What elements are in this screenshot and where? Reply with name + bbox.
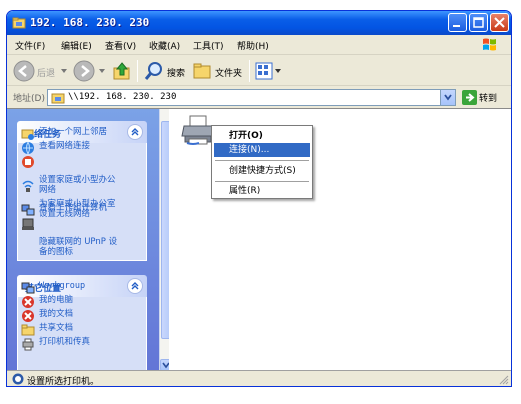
- chevron-down-icon[interactable]: [61, 69, 67, 73]
- task-hide-upnp-icons[interactable]: 隐藏联网的 UPnP 设 备的图标: [17, 217, 145, 257]
- minimize-icon: [453, 25, 460, 27]
- address-value: \\192. 168. 230. 230: [68, 92, 177, 102]
- context-menu: 打开(O) 连接(N)... 创建快捷方式(S) 属性(R): [211, 125, 313, 199]
- window-title: 192. 168. 230. 230: [30, 16, 150, 29]
- search-label: 搜索: [167, 69, 186, 79]
- task-setup-wireless-network[interactable]: 为家庭或小型办公室 设置无线网络: [17, 179, 145, 219]
- folders-label: 文件夹: [215, 69, 243, 79]
- maximize-button[interactable]: [469, 13, 488, 32]
- task-view-workgroup-computers[interactable]: 查看工作组计算机: [17, 203, 145, 216]
- network-tasks-panel: 网络任务 添加一个网上邻居 查看网络连接 设置家庭或小型办公 网络 为家庭或小型…: [17, 121, 147, 261]
- network-connections-icon: [22, 141, 34, 155]
- maximize-icon: [473, 17, 484, 28]
- address-dropdown-button[interactable]: [440, 90, 455, 105]
- resize-grip-icon[interactable]: [499, 375, 509, 385]
- title-bar[interactable]: 192. 168. 230. 230: [7, 11, 511, 35]
- network-tasks-body: 添加一个网上邻居 查看网络连接 设置家庭或小型办公 网络 为家庭或小型办公室 设…: [17, 127, 147, 261]
- close-icon: [494, 17, 505, 28]
- close-button[interactable]: [490, 13, 509, 32]
- printer-icon: [22, 338, 34, 351]
- forward-arrow-icon: [73, 60, 95, 82]
- task-pane-scrollbar[interactable]: [159, 109, 169, 371]
- address-input[interactable]: \\192. 168. 230. 230: [47, 89, 456, 106]
- address-bar: 地址(D) \\192. 168. 230. 230 转到: [7, 87, 511, 107]
- up-folder-button[interactable]: [111, 60, 133, 85]
- task-pane: 网络任务 添加一个网上邻居 查看网络连接 设置家庭或小型办公 网络 为家庭或小型…: [7, 109, 169, 371]
- place-shared-documents[interactable]: 共享文档: [17, 323, 145, 336]
- back-arrow-icon: [13, 60, 35, 82]
- context-separator: [215, 160, 309, 161]
- go-button[interactable]: 转到: [460, 89, 508, 106]
- chevron-down-icon[interactable]: [99, 69, 105, 73]
- forward-button[interactable]: [73, 60, 95, 85]
- add-network-place-icon: [21, 129, 34, 140]
- other-places-panel: 其它位置 Workgroup 我的电脑 我的文档 共享文档 打印机和传真: [17, 275, 147, 371]
- back-label: 后退: [37, 69, 56, 79]
- place-printers-faxes[interactable]: 打印机和传真: [17, 337, 145, 351]
- menu-edit[interactable]: 编辑(E): [61, 39, 92, 52]
- context-properties[interactable]: 属性(R): [214, 184, 310, 198]
- context-open[interactable]: 打开(O): [214, 129, 310, 143]
- folders-button[interactable]: [191, 60, 213, 85]
- menu-favorites[interactable]: 收藏(A): [149, 39, 180, 52]
- wireless-network-icon: [22, 180, 34, 192]
- shared-folder-icon: [21, 324, 35, 336]
- workgroup-computers-icon: [21, 204, 35, 216]
- minimize-button[interactable]: [448, 13, 467, 32]
- toolbar: 后退 搜索 文件夹: [7, 56, 511, 86]
- go-arrow-icon: [462, 90, 477, 105]
- context-separator: [215, 181, 309, 182]
- toolbar-separator: [137, 60, 138, 82]
- network-folder-icon: [12, 17, 26, 29]
- scrollbar-thumb[interactable]: [161, 121, 169, 339]
- workgroup-icon: [21, 282, 35, 294]
- place-my-computer[interactable]: 我的电脑: [17, 295, 145, 308]
- menu-help[interactable]: 帮助(H): [237, 39, 269, 52]
- menu-tools[interactable]: 工具(T): [193, 39, 224, 52]
- my-documents-icon: [22, 310, 34, 322]
- views-grid-icon: [255, 62, 281, 80]
- windows-logo-icon: [483, 38, 496, 51]
- home-network-icon: [22, 156, 34, 168]
- network-folder-icon: [51, 93, 65, 104]
- menu-bar: 文件(F) 编辑(E) 查看(V) 收藏(A) 工具(T) 帮助(H): [7, 35, 511, 55]
- search-icon: [144, 62, 162, 80]
- place-my-documents[interactable]: 我的文档: [17, 309, 145, 322]
- back-button[interactable]: [13, 60, 35, 85]
- chevron-down-icon: [444, 94, 452, 101]
- address-label: 地址(D): [13, 94, 45, 104]
- menu-view[interactable]: 查看(V): [105, 39, 136, 52]
- my-computer-icon: [22, 296, 34, 308]
- menu-file[interactable]: 文件(F): [15, 39, 45, 52]
- folder-icon: [193, 63, 211, 79]
- task-view-network-connections[interactable]: 查看网络连接: [17, 141, 145, 155]
- toolbar-separator: [249, 60, 250, 82]
- upnp-device-icon: [22, 218, 34, 230]
- go-label: 转到: [479, 94, 498, 104]
- views-button[interactable]: [255, 62, 281, 83]
- status-info-icon: [12, 373, 24, 385]
- up-folder-icon: [113, 62, 130, 80]
- place-workgroup[interactable]: Workgroup: [17, 281, 145, 294]
- other-places-body: Workgroup 我的电脑 我的文档 共享文档 打印机和传真: [17, 281, 147, 371]
- search-button[interactable]: [143, 60, 165, 85]
- task-add-network-place[interactable]: 添加一个网上邻居: [17, 127, 145, 140]
- status-bar: 设置所选打印机。: [7, 370, 511, 387]
- chevron-down-icon: [162, 362, 169, 369]
- context-create-shortcut[interactable]: 创建快捷方式(S): [214, 164, 310, 178]
- status-text: 设置所选打印机。: [27, 377, 100, 387]
- context-connect[interactable]: 连接(N)...: [214, 143, 310, 157]
